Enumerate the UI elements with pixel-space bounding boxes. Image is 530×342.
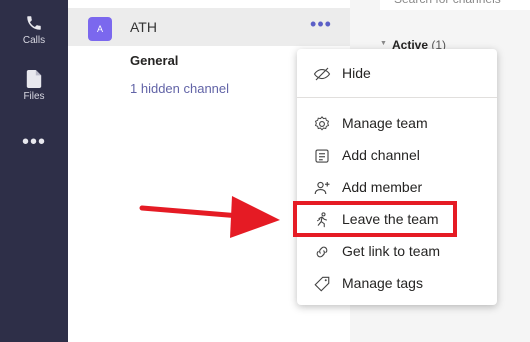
annotation-arrow-icon [139,196,280,238]
